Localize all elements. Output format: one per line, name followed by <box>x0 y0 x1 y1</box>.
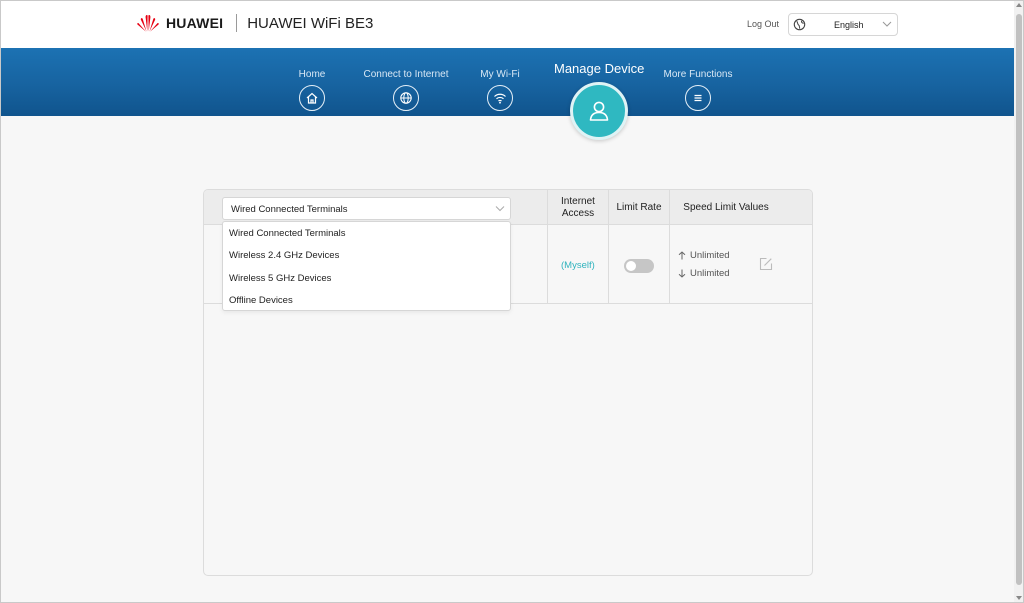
menu-icon <box>685 85 711 111</box>
column-divider <box>608 190 609 304</box>
home-icon <box>299 85 325 111</box>
nav-home[interactable]: Home <box>298 48 326 116</box>
globe-icon <box>393 85 419 111</box>
download-limit: Unlimited <box>678 268 730 279</box>
option-wireless-2-4ghz[interactable]: Wireless 2.4 GHz Devices <box>229 250 339 261</box>
nav-my-wifi[interactable]: My Wi-Fi <box>480 48 520 116</box>
nav-more-functions-label: More Functions <box>663 69 733 80</box>
nav-my-wifi-label: My Wi-Fi <box>480 69 520 80</box>
limit-rate-toggle[interactable] <box>624 259 654 273</box>
device-type-selected: Wired Connected Terminals <box>231 204 348 215</box>
device-type-dropdown: Wired Connected Terminals Wireless 2.4 G… <box>222 221 511 311</box>
column-divider <box>669 190 670 304</box>
nav-connect-to-internet[interactable]: Connect to Internet <box>363 48 449 116</box>
top-header: HUAWEI HUAWEI WiFi BE3 Log Out English <box>0 0 1014 48</box>
upload-limit: Unlimited <box>678 250 730 261</box>
scroll-up-arrow-icon[interactable] <box>1016 3 1022 7</box>
column-internet-access: Internet Access <box>561 195 595 219</box>
globe-icon <box>793 18 806 31</box>
option-wireless-5ghz[interactable]: Wireless 5 GHz Devices <box>229 273 331 284</box>
brand: HUAWEI HUAWEI WiFi BE3 <box>136 13 373 33</box>
option-offline-devices[interactable]: Offline Devices <box>229 295 293 306</box>
nav-manage-device-label[interactable]: Manage Device <box>554 61 644 76</box>
column-speed-limit-values: Speed Limit Values <box>683 201 769 213</box>
wifi-icon <box>487 85 513 111</box>
huawei-logo-icon <box>137 15 159 32</box>
download-limit-value: Unlimited <box>690 268 730 279</box>
language-value: English <box>834 20 864 30</box>
toggle-knob <box>626 261 636 271</box>
main-nav: Home Connect to Internet My Wi-Fi More F… <box>0 48 1014 116</box>
chevron-down-icon <box>882 21 892 27</box>
page-scrollbar[interactable] <box>1014 0 1024 603</box>
column-divider <box>547 190 548 304</box>
brand-name: HUAWEI <box>166 15 224 31</box>
upload-limit-value: Unlimited <box>690 250 730 261</box>
nav-manage-device[interactable] <box>570 82 628 140</box>
nav-connect-label: Connect to Internet <box>363 69 449 80</box>
logout-link[interactable]: Log Out <box>747 19 779 29</box>
user-icon <box>589 101 609 121</box>
edit-icon[interactable] <box>759 257 773 271</box>
nav-more-functions[interactable]: More Functions <box>664 48 732 116</box>
option-wired-connected-terminals[interactable]: Wired Connected Terminals <box>229 228 346 239</box>
column-limit-rate: Limit Rate <box>616 201 662 213</box>
scroll-thumb[interactable] <box>1016 14 1022 585</box>
language-select[interactable]: English <box>788 13 898 36</box>
chevron-down-icon <box>495 206 505 212</box>
scroll-down-arrow-icon[interactable] <box>1016 596 1022 600</box>
arrow-down-icon <box>678 269 686 278</box>
internet-access-myself: (Myself) <box>561 260 595 271</box>
nav-home-label: Home <box>298 69 326 80</box>
device-type-select[interactable]: Wired Connected Terminals <box>222 197 511 220</box>
product-name: HUAWEI WiFi BE3 <box>247 14 374 32</box>
brand-divider <box>236 14 238 32</box>
arrow-up-icon <box>678 251 686 260</box>
